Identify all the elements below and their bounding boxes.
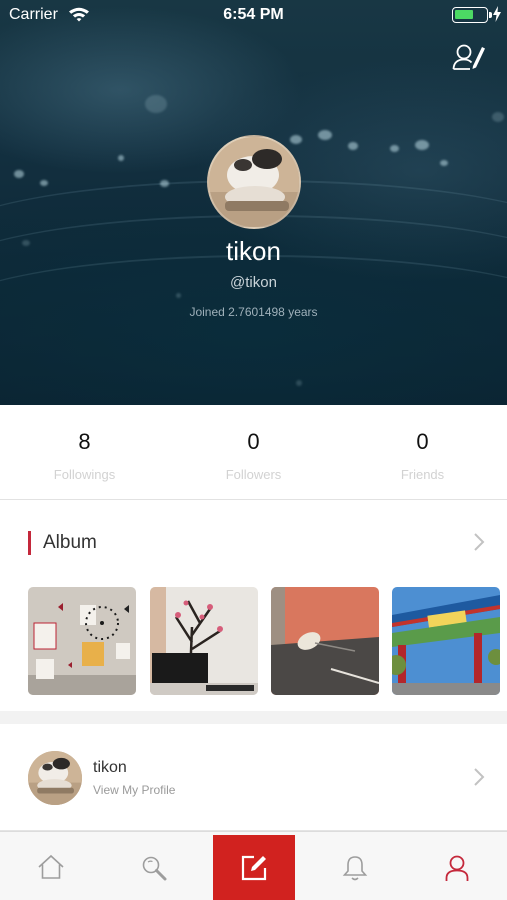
album-photo-image [28, 587, 136, 695]
album-photo[interactable] [150, 587, 258, 695]
user-icon [445, 855, 469, 881]
background-sparkle [296, 380, 302, 386]
avatar [28, 751, 82, 805]
stat-value: 0 [416, 429, 429, 454]
profile-name: tikon [226, 236, 281, 266]
album-photo[interactable] [392, 587, 500, 695]
album-photo-image [150, 587, 258, 695]
background-sparkle [14, 170, 24, 178]
cat-photo [209, 137, 299, 227]
profile-avatar[interactable] [207, 135, 301, 229]
chevron-right-icon [474, 768, 485, 786]
charging-bolt-icon [493, 6, 501, 22]
stat-friends[interactable]: 0 Friends [338, 405, 507, 500]
view-profile-row[interactable]: tikon View My Profile [0, 724, 507, 831]
background-sparkle [145, 95, 167, 113]
tab-home[interactable] [0, 832, 101, 900]
battery-icon [452, 7, 492, 23]
album-photo[interactable] [271, 587, 379, 695]
edit-profile-icon[interactable] [452, 42, 486, 72]
joined-label: Joined 2.7601498 years [189, 305, 318, 319]
album-photo-image [392, 587, 500, 695]
bell-icon [342, 856, 368, 881]
profile-header: Carrier 6:54 PM tikon @tikon Joined 2.76… [0, 0, 507, 405]
section-accent-bar [28, 531, 31, 555]
background-sparkle [492, 112, 504, 122]
background-sparkle [176, 293, 181, 298]
tab-notifications[interactable] [304, 832, 405, 900]
tab-search[interactable] [101, 832, 202, 900]
background-sparkle [348, 142, 358, 150]
stat-value: 0 [247, 429, 260, 454]
cat-photo [28, 751, 82, 805]
background-sparkle [440, 160, 448, 166]
status-bar: Carrier 6:54 PM [0, 0, 507, 32]
background-sparkle [160, 180, 169, 187]
background-sparkle [415, 140, 429, 150]
chevron-right-icon[interactable] [472, 531, 486, 553]
stat-label: Followings [53, 467, 116, 482]
compose-icon [241, 855, 267, 881]
search-icon [142, 856, 167, 881]
profile-row-name: tikon [93, 759, 127, 776]
stat-followings[interactable]: 8 Followings [0, 405, 169, 500]
album-photo[interactable] [28, 587, 136, 695]
profile-handle: @tikon [230, 274, 277, 291]
profile-row-subtitle: View My Profile [93, 783, 176, 797]
home-icon [38, 854, 64, 879]
background-sparkle [318, 130, 332, 140]
background-sparkle [390, 145, 399, 152]
stats-row: 8 Followings 0 Followers 0 Friends [0, 405, 507, 500]
tab-bar [0, 831, 507, 900]
album-title: Album [43, 532, 97, 553]
tab-profile[interactable] [406, 832, 507, 900]
stat-label: Friends [400, 467, 445, 482]
background-sparkle [40, 180, 48, 186]
stat-value: 8 [78, 429, 91, 454]
clock: 6:54 PM [223, 6, 284, 23]
tab-compose[interactable] [213, 835, 295, 900]
stat-label: Followers [225, 467, 282, 482]
background-sparkle [118, 155, 124, 161]
stat-followers[interactable]: 0 Followers [169, 405, 338, 500]
album-section: Album [0, 501, 507, 711]
section-separator [0, 711, 507, 724]
album-photo-image [271, 587, 379, 695]
background-sparkle [290, 135, 302, 144]
